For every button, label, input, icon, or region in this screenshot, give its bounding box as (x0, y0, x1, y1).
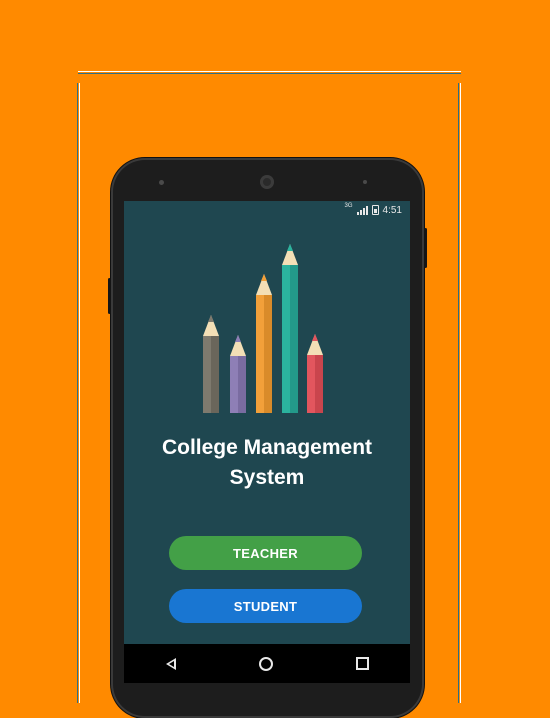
frame-top-border (78, 71, 461, 74)
app-screen: 3G 4:51 College Management System TEACHE… (124, 201, 410, 683)
status-bar: 3G 4:51 (124, 201, 410, 219)
pencils-logo (203, 244, 323, 413)
battery-icon (371, 205, 379, 215)
pencil-teal-icon (282, 244, 298, 413)
sensor-dot-right (363, 180, 367, 184)
pencil-gray-icon (203, 315, 219, 413)
power-button (424, 228, 427, 268)
recent-apps-icon[interactable] (355, 657, 369, 670)
sensor-dot (159, 180, 164, 185)
status-time: 4:51 (382, 204, 402, 216)
teacher-button[interactable]: TEACHER (169, 536, 362, 570)
signal-icon (356, 205, 368, 215)
phone-device: 3G 4:51 College Management System TEACHE… (108, 158, 427, 718)
network-type: 3G (344, 203, 353, 209)
pencil-red-icon (307, 334, 323, 413)
frame-left-border (77, 83, 80, 703)
volume-button (108, 278, 111, 314)
home-icon[interactable] (258, 656, 273, 671)
navigation-bar (124, 644, 410, 683)
pencil-orange-icon (256, 274, 272, 413)
app-title-line1: College Management (161, 436, 373, 459)
back-icon[interactable] (165, 657, 176, 670)
pencil-purple-icon (230, 335, 246, 413)
app-title-line2: System (229, 466, 305, 489)
frame-right-border (458, 83, 461, 703)
front-camera (260, 175, 274, 189)
app-title: College Management System (124, 433, 410, 493)
student-button[interactable]: STUDENT (169, 589, 362, 623)
